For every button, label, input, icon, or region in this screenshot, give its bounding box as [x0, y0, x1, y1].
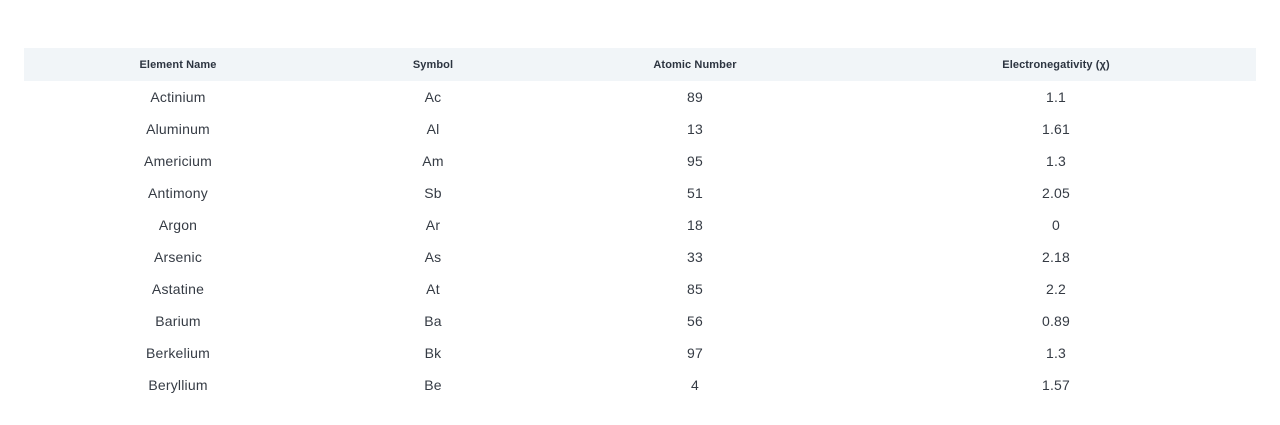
- cell-symbol: Al: [426, 121, 440, 137]
- column-header-element-name[interactable]: Element Name: [24, 48, 332, 81]
- elements-table-container: Element Name Symbol Atomic Number Electr…: [24, 48, 1256, 401]
- cell-electronegativity: 1.57: [1041, 377, 1071, 393]
- cell-element-name: Arsenic: [153, 249, 203, 265]
- column-header-electronegativity[interactable]: Electronegativity (χ): [856, 48, 1256, 81]
- cell-electronegativity: 2.05: [1041, 185, 1071, 201]
- table-row: Astatine At 85 2.2: [24, 273, 1256, 305]
- cell-electronegativity: 1.61: [1041, 121, 1071, 137]
- table-row: Beryllium Be 4 1.57: [24, 369, 1256, 401]
- cell-atomic-number: 97: [687, 345, 703, 361]
- cell-atomic-number: 56: [687, 313, 703, 329]
- table-row: Arsenic As 33 2.18: [24, 241, 1256, 273]
- table-row: Americium Am 95 1.3: [24, 145, 1256, 177]
- cell-symbol: As: [424, 249, 442, 265]
- cell-symbol: Ar: [425, 217, 441, 233]
- cell-electronegativity: 1.3: [1045, 153, 1067, 169]
- cell-symbol: Am: [422, 153, 444, 169]
- table-row: Berkelium Bk 97 1.3: [24, 337, 1256, 369]
- cell-electronegativity: 0.89: [1041, 313, 1071, 329]
- cell-electronegativity: 0: [1052, 217, 1060, 233]
- cell-atomic-number: 89: [687, 89, 703, 105]
- table-row: Actinium Ac 89 1.1: [24, 81, 1256, 113]
- cell-atomic-number: 85: [687, 281, 703, 297]
- table-row: Argon Ar 18 0: [24, 209, 1256, 241]
- cell-symbol: Be: [424, 377, 442, 393]
- column-header-symbol[interactable]: Symbol: [332, 48, 534, 81]
- table-row: Antimony Sb 51 2.05: [24, 177, 1256, 209]
- cell-element-name: Berkelium: [145, 345, 211, 361]
- cell-atomic-number: 4: [691, 377, 699, 393]
- cell-element-name: Argon: [158, 217, 198, 233]
- cell-atomic-number: 13: [687, 121, 703, 137]
- cell-element-name: Actinium: [150, 89, 206, 105]
- cell-symbol: Sb: [424, 185, 442, 201]
- table-row: Barium Ba 56 0.89: [24, 305, 1256, 337]
- cell-symbol: At: [426, 281, 440, 297]
- table-body: Actinium Ac 89 1.1 Aluminum Al 13 1.61 Americium…: [24, 81, 1256, 401]
- cell-element-name: Antimony: [148, 185, 208, 201]
- column-header-atomic-number[interactable]: Atomic Number: [534, 48, 856, 81]
- cell-element-name: Astatine: [151, 281, 205, 297]
- elements-table: Element Name Symbol Atomic Number Electr…: [24, 48, 1256, 401]
- cell-atomic-number: 18: [687, 217, 703, 233]
- cell-element-name: Aluminum: [146, 121, 210, 137]
- cell-element-name: Beryllium: [148, 377, 208, 393]
- cell-atomic-number: 33: [687, 249, 703, 265]
- cell-element-name: Barium: [155, 313, 201, 329]
- cell-electronegativity: 1.1: [1045, 89, 1067, 105]
- cell-electronegativity: 2.2: [1045, 281, 1067, 297]
- header-row: Element Name Symbol Atomic Number Electr…: [24, 48, 1256, 81]
- table-header: Element Name Symbol Atomic Number Electr…: [24, 48, 1256, 81]
- cell-element-name: Americium: [144, 153, 212, 169]
- cell-electronegativity: 2.18: [1041, 249, 1071, 265]
- cell-symbol: Bk: [424, 345, 442, 361]
- cell-symbol: Ac: [424, 89, 442, 105]
- cell-atomic-number: 95: [687, 153, 703, 169]
- cell-electronegativity: 1.3: [1045, 345, 1067, 361]
- cell-symbol: Ba: [424, 313, 442, 329]
- table-row: Aluminum Al 13 1.61: [24, 113, 1256, 145]
- cell-atomic-number: 51: [687, 185, 703, 201]
